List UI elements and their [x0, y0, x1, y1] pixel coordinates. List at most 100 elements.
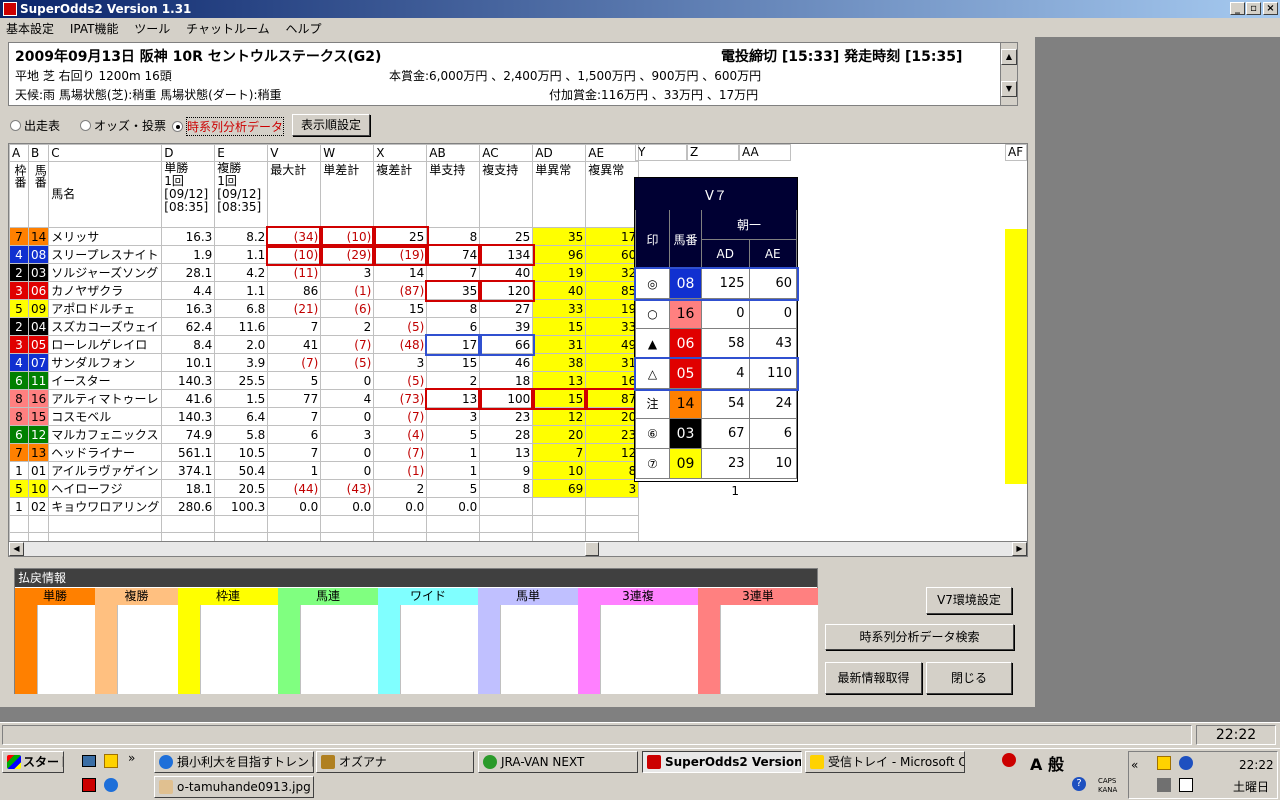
table-cell[interactable]: 17	[585, 227, 640, 246]
table-cell[interactable]: 13	[424, 387, 482, 410]
table-cell[interactable]: スリープレスナイト	[48, 245, 163, 264]
table-cell[interactable]: 16	[585, 371, 640, 390]
table-cell[interactable]: 6.4	[214, 407, 269, 426]
table-cell[interactable]: (7)	[373, 407, 428, 426]
table-cell[interactable]: 15	[426, 353, 481, 372]
table-cell[interactable]: 10	[27, 479, 50, 498]
outlook-quicklaunch-icon[interactable]	[104, 754, 118, 768]
table-cell[interactable]: 16.3	[161, 299, 216, 318]
table-cell[interactable]: (11)	[267, 263, 322, 282]
col-letter[interactable]: V	[267, 144, 322, 162]
table-cell[interactable]: 1.5	[214, 389, 269, 408]
table-cell[interactable]: 0.0	[320, 497, 375, 516]
table-cell[interactable]: 4	[9, 245, 29, 264]
table-cell[interactable]: ヘッドライナー	[48, 443, 163, 462]
close-window-button[interactable]: ×	[1263, 2, 1278, 15]
table-cell[interactable]: 1	[426, 443, 481, 462]
menu-chatroom[interactable]: チャットルーム	[180, 18, 276, 39]
table-row[interactable]: 8 16 アルティマトゥーレ 41.6 1.5 77 4 (73) 13 100 15 87	[9, 387, 641, 410]
table-cell[interactable]: 6	[9, 371, 29, 390]
table-row[interactable]: 5 09 アポロドルチェ 16.3 6.8 (21) (6) 15 8 27 33 19	[9, 299, 640, 318]
task-jravan[interactable]: JRA-VAN NEXT	[478, 751, 638, 773]
table-row[interactable]: 6 12 マルカフェニックス 74.9 5.8 6 3 (4) 5 28 20 23	[9, 425, 640, 444]
table-cell[interactable]: カノヤザクラ	[48, 281, 163, 300]
scroll-down-icon[interactable]: ▼	[1001, 81, 1017, 97]
tray-app-icon[interactable]	[1002, 753, 1016, 767]
table-cell[interactable]: 35	[424, 279, 482, 302]
table-cell[interactable]: 46	[479, 353, 534, 372]
minimize-button[interactable]: _	[1230, 2, 1245, 15]
table-cell[interactable]: 25	[479, 227, 534, 246]
radio-timeseries[interactable]: 時系列分析データ	[172, 117, 285, 136]
table-cell[interactable]: (43)	[320, 479, 375, 498]
table-cell[interactable]: (5)	[373, 317, 428, 336]
table-cell[interactable]: 1.1	[214, 245, 269, 264]
table-cell[interactable]: サンダルフォン	[48, 353, 163, 372]
table-cell[interactable]: 66	[477, 333, 535, 356]
table-cell[interactable]: 20	[532, 425, 587, 444]
table-cell[interactable]: 2	[9, 317, 29, 336]
v7-row[interactable]: 注 14 54 24	[635, 388, 797, 419]
v7-row[interactable]: △ 05 4 110	[633, 356, 799, 391]
table-cell[interactable]: (1)	[320, 281, 375, 300]
table-cell[interactable]: 12	[585, 443, 640, 462]
table-cell[interactable]: 10	[532, 461, 587, 480]
task-superodds[interactable]: SuperOdds2 Version...	[642, 751, 802, 773]
table-cell[interactable]: 01	[27, 461, 50, 480]
table-cell[interactable]: 25.5	[214, 371, 269, 390]
table-cell[interactable]: 8	[9, 407, 29, 426]
tray-display-icon[interactable]	[1157, 778, 1171, 792]
table-cell[interactable]: 23	[479, 407, 534, 426]
tray-network-icon[interactable]	[1179, 756, 1193, 770]
table-cell[interactable]: 41	[267, 335, 322, 354]
table-cell[interactable]: 6	[267, 425, 322, 444]
table-cell[interactable]: 10.5	[214, 443, 269, 462]
table-cell[interactable]: 28	[479, 425, 534, 444]
table-row[interactable]: 2 04 スズカコーズウェイ 62.4 11.6 7 2 (5) 6 39 15 33	[9, 317, 640, 336]
table-row[interactable]: 3 06 カノヤザクラ 4.4 1.1 86 (1) (87) 35 120 40 85	[9, 279, 640, 302]
table-cell[interactable]: 77	[267, 389, 322, 408]
col-letter[interactable]: C	[48, 144, 163, 162]
desktop-icon[interactable]	[82, 755, 96, 767]
table-cell[interactable]: 74	[424, 243, 482, 266]
table-cell[interactable]: 38	[532, 353, 587, 372]
table-cell[interactable]: 15	[532, 317, 587, 336]
col-letter[interactable]: AB	[426, 144, 481, 162]
table-cell[interactable]: (73)	[373, 389, 428, 408]
table-cell[interactable]: 13	[479, 443, 534, 462]
table-cell[interactable]: 39	[479, 317, 534, 336]
v7-settings-button[interactable]: V7環境設定	[926, 587, 1012, 614]
table-cell[interactable]: 28.1	[161, 263, 216, 282]
v7-row[interactable]: ◎ 08 125 60	[633, 266, 799, 301]
table-cell[interactable]: 12	[532, 407, 587, 426]
table-cell[interactable]: 20	[585, 407, 640, 426]
table-cell[interactable]: 8	[9, 389, 29, 408]
scroll-up-icon[interactable]: ▲	[1001, 49, 1017, 65]
task-outlook[interactable]: 受信トレイ - Microsoft O...	[805, 751, 965, 773]
table-cell[interactable]: 3.9	[214, 353, 269, 372]
task-image[interactable]: o-tamuhande0913.jpg - ...	[154, 776, 314, 798]
table-cell[interactable]: 40	[479, 263, 534, 282]
table-row[interactable]: 6 11 イースター 140.3 25.5 5 0 (5) 2 18 13 16	[9, 371, 640, 390]
table-cell[interactable]: 2	[426, 371, 481, 390]
table-cell[interactable]: 5	[9, 479, 29, 498]
table-cell[interactable]: 16	[27, 389, 50, 408]
table-cell[interactable]: 5.8	[214, 425, 269, 444]
table-cell[interactable]: (10)	[265, 243, 323, 266]
table-cell[interactable]: (6)	[320, 299, 375, 318]
col-letter[interactable]: AD	[532, 144, 587, 162]
table-cell[interactable]: 2.0	[214, 335, 269, 354]
table-cell[interactable]: 41.6	[161, 389, 216, 408]
table-cell[interactable]: 8	[585, 461, 640, 480]
table-cell[interactable]: 69	[532, 479, 587, 498]
tray-clock[interactable]: 22:22	[1239, 758, 1274, 772]
tray-volume-icon[interactable]	[1179, 778, 1193, 792]
table-cell[interactable]: 4.2	[214, 263, 269, 282]
table-cell[interactable]: 3	[585, 479, 640, 498]
table-cell[interactable]: アルティマトゥーレ	[48, 389, 163, 408]
table-cell[interactable]: 7	[267, 317, 322, 336]
table-cell[interactable]: (19)	[371, 243, 429, 266]
table-row[interactable]: 7 14 メリッサ 16.3 8.2 (34) (10) 25 8 25 35 17	[9, 225, 640, 248]
table-cell[interactable]: 11	[27, 371, 50, 390]
table-cell[interactable]: 19	[532, 263, 587, 282]
